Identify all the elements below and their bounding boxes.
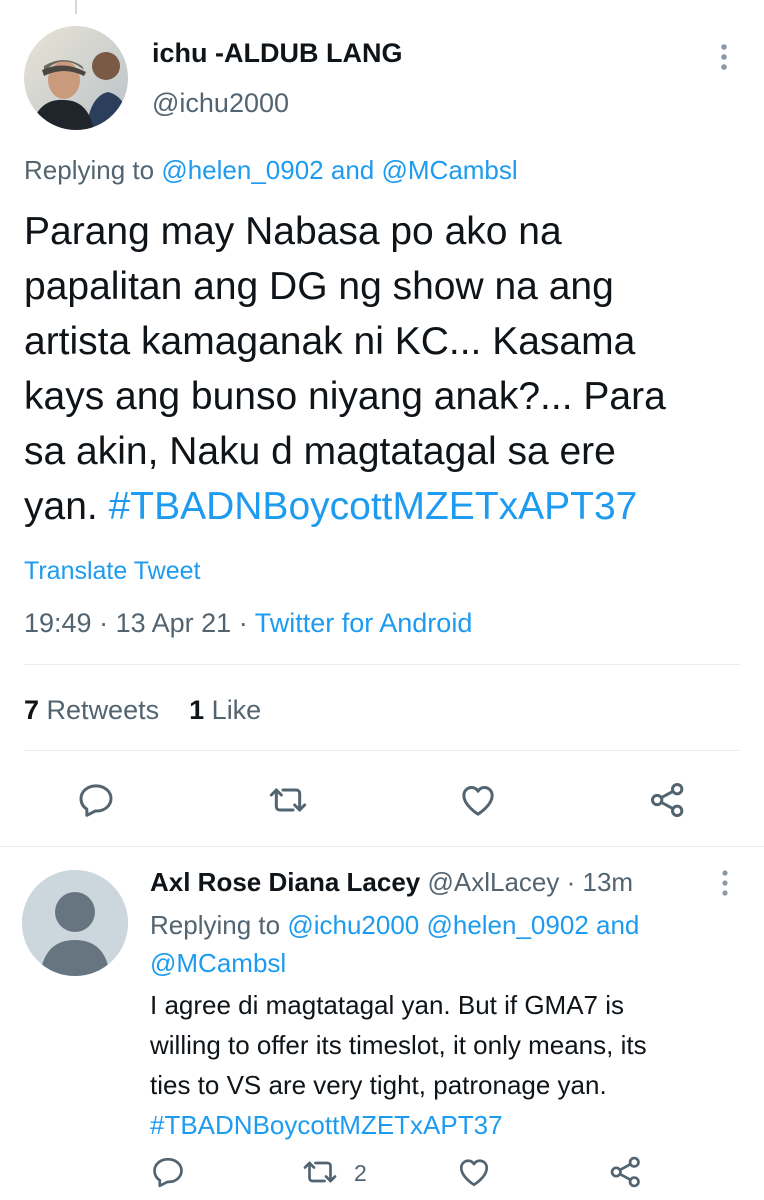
- heart-icon[interactable]: [456, 1154, 492, 1190]
- tweet-actions: [0, 768, 764, 828]
- more-options-icon[interactable]: [710, 868, 740, 898]
- tweet-text-line: artista kamaganak ni KC... Kasama: [24, 320, 636, 363]
- replying-user-link[interactable]: @MCambsl: [381, 155, 517, 185]
- replying-and: and: [330, 155, 375, 185]
- reply-author-avatar[interactable]: [22, 870, 128, 976]
- reply-header-separator: ·: [566, 867, 576, 897]
- tweet-text: Parang may Nabasa po ako na papalitan an…: [24, 204, 744, 534]
- likes-stat[interactable]: 1 Like: [189, 695, 261, 725]
- meta-separator: ·: [99, 608, 109, 638]
- tweet-text-line: papalitan ang DG ng show na ang: [24, 265, 614, 308]
- heart-icon[interactable]: [458, 780, 498, 820]
- like-count: 1: [189, 695, 205, 725]
- tweet-date[interactable]: 13 Apr 21: [116, 608, 232, 638]
- replying-user-link[interactable]: @ichu2000 @helen_0902: [287, 910, 588, 940]
- reply-actions: 2: [150, 1152, 750, 1196]
- tweet-time[interactable]: 19:49: [24, 608, 92, 638]
- tweet-text-line: Parang may Nabasa po ako na: [24, 210, 562, 253]
- replying-to-label: Replying to: [150, 910, 281, 940]
- tweet-text-line: yan. #TBADNBoycottMZETxAPT37: [24, 479, 744, 534]
- divider: [24, 750, 740, 751]
- author-name[interactable]: ichu -ALDUB LANG: [152, 38, 402, 69]
- tweet-source[interactable]: Twitter for Android: [255, 608, 473, 638]
- share-icon[interactable]: [648, 780, 688, 820]
- retweet-label: Retweets: [46, 695, 160, 725]
- author-handle[interactable]: @ichu2000: [152, 88, 289, 119]
- translate-tweet-link[interactable]: Translate Tweet: [24, 557, 200, 586]
- reply-icon[interactable]: [76, 780, 116, 820]
- reply-text: I agree di magtatagal yan. But if GMA7 i…: [150, 985, 750, 1145]
- tweet-text-line: sa akin, Naku d magtatagal sa ere: [24, 430, 616, 473]
- retweet-icon[interactable]: [302, 1154, 338, 1190]
- reply-text-line: willing to offer its timeslot, it only m…: [150, 1030, 647, 1060]
- retweet-count: 7: [24, 695, 40, 725]
- hashtag-link[interactable]: #TBADNBoycottMZETxAPT37: [109, 485, 638, 528]
- reply-header: Axl Rose Diana Lacey @AxlLacey · 13m: [150, 867, 633, 898]
- hashtag-link[interactable]: #TBADNBoycottMZETxAPT37: [150, 1105, 750, 1145]
- reply-author-name[interactable]: Axl Rose Diana Lacey: [150, 867, 420, 897]
- meta-separator: ·: [238, 608, 248, 638]
- reply-replying-to: Replying to @ichu2000 @helen_0902 and @M…: [150, 906, 730, 982]
- divider: [24, 664, 740, 665]
- reply-time[interactable]: 13m: [583, 867, 634, 897]
- like-label: Like: [211, 695, 262, 725]
- reply-text-line: I agree di magtatagal yan. But if GMA7 i…: [150, 990, 625, 1020]
- replying-to-label: Replying to: [24, 155, 155, 185]
- reply-text-line: ties to VS are very tight, patronage yan…: [150, 1070, 607, 1100]
- tweet-text-end: yan.: [24, 485, 98, 528]
- replying-user-link[interactable]: @MCambsl: [150, 948, 286, 978]
- reply-retweet-count: 2: [354, 1160, 367, 1186]
- tweet-meta: 19:49 · 13 Apr 21 · Twitter for Android: [24, 608, 472, 639]
- engagement-stats: 7 Retweets 1 Like: [24, 695, 261, 726]
- replying-and: and: [596, 910, 640, 940]
- reply-author-handle[interactable]: @AxlLacey: [427, 867, 559, 897]
- retweet-icon[interactable]: [268, 780, 308, 820]
- replying-user-link[interactable]: @helen_0902: [161, 155, 323, 185]
- author-avatar[interactable]: [24, 26, 128, 130]
- share-icon[interactable]: [608, 1154, 644, 1190]
- retweets-stat[interactable]: 7 Retweets: [24, 695, 159, 725]
- tweet-separator: [0, 846, 764, 847]
- reply-icon[interactable]: [150, 1154, 186, 1190]
- thread-connector-line: [75, 0, 77, 14]
- tweet-text-line: kays ang bunso niyang anak?... Para: [24, 375, 666, 418]
- more-options-icon[interactable]: [706, 42, 742, 72]
- replying-to: Replying to @helen_0902 and @MCambsl: [24, 155, 518, 186]
